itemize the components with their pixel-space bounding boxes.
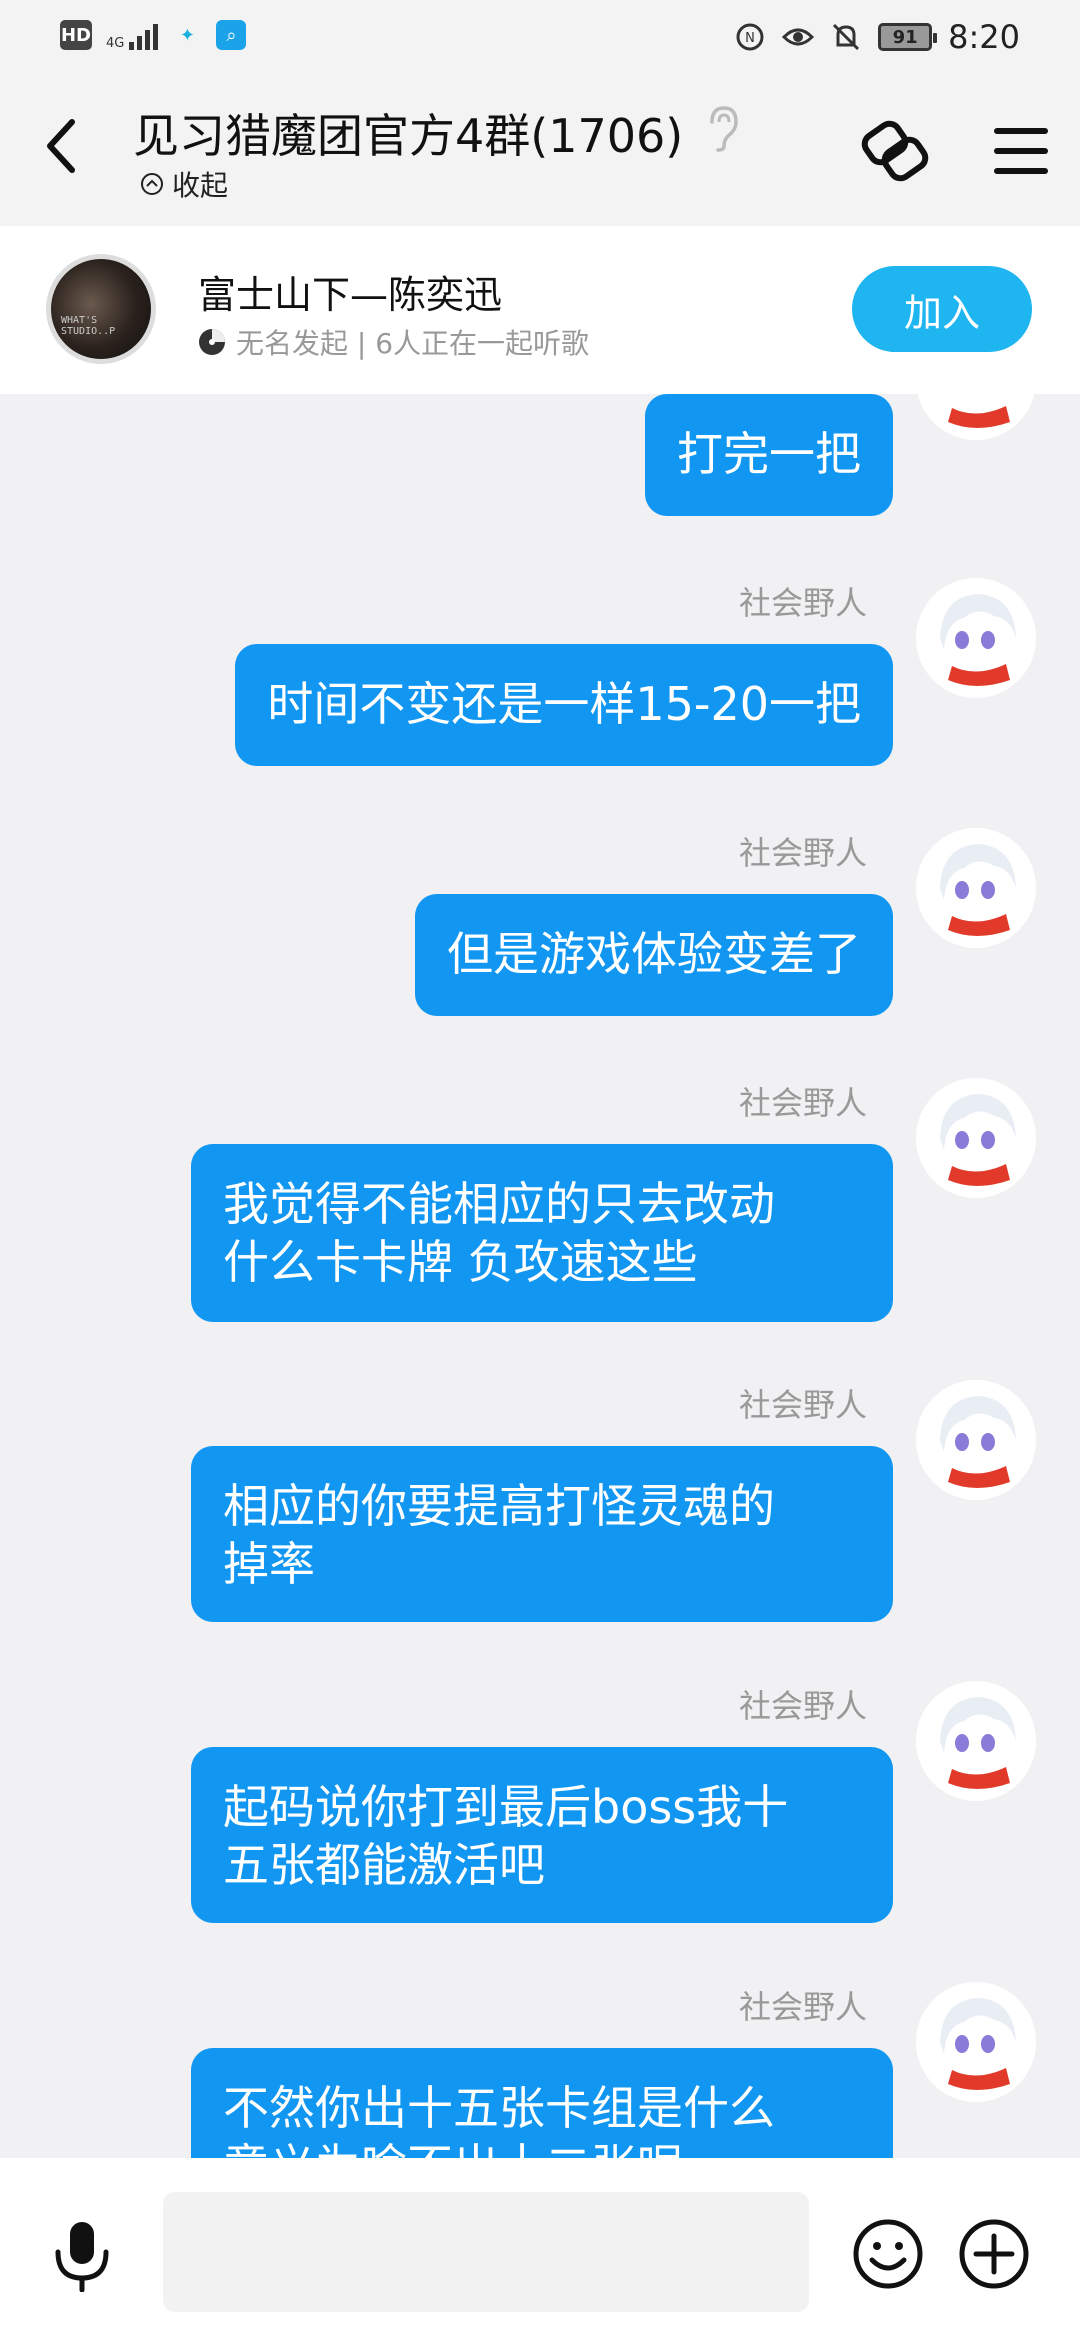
ear-icon[interactable] xyxy=(702,104,742,152)
message-list[interactable]: 打完一把 社会野人 时间不变还是一样15-20一把 社会野人 但是游戏体验变差了… xyxy=(0,394,1080,2158)
message-bubble[interactable]: 打完一把 xyxy=(645,394,893,516)
sender-name: 社会野人 xyxy=(738,1988,867,2026)
sender-avatar[interactable] xyxy=(916,1982,1036,2102)
join-button[interactable]: 加入 xyxy=(852,266,1032,352)
sender-avatar[interactable] xyxy=(916,394,1036,440)
hd-badge: HD xyxy=(60,20,92,50)
collapse-toggle[interactable]: 收起 xyxy=(140,164,228,204)
album-cover-text: WHAT'S STUDIO..P xyxy=(61,315,116,337)
collapse-icon xyxy=(141,173,163,195)
sender-name: 社会野人 xyxy=(738,1386,867,1424)
search-app-icon: ⌕ xyxy=(216,20,247,50)
signal-icon: 4G xyxy=(106,20,159,50)
music-disc-icon xyxy=(199,329,225,355)
message-bubble[interactable]: 时间不变还是一样15-20一把 xyxy=(235,644,893,766)
mic-icon[interactable] xyxy=(50,2220,114,2292)
input-bar xyxy=(0,2158,1080,2340)
album-cover[interactable]: WHAT'S STUDIO..P xyxy=(46,254,156,364)
sender-avatar[interactable] xyxy=(916,1681,1036,1801)
plus-icon[interactable] xyxy=(958,2218,1030,2290)
mute-bell-icon xyxy=(833,23,860,51)
battery-icon: 91 xyxy=(878,23,938,51)
sender-avatar[interactable] xyxy=(916,828,1036,948)
message-input[interactable] xyxy=(163,2192,809,2312)
song-title: 富士山下—陈奕迅 xyxy=(198,273,503,317)
group-title[interactable]: 见习猎魔团官方4群(1706) xyxy=(133,100,683,166)
message-bubble[interactable]: 不然你出十五张卡组是什么 意义为啥不出十二张呢 xyxy=(191,2048,893,2158)
listen-subtitle-text: 无名发起 | 6人正在一起听歌 xyxy=(236,327,590,360)
app-notification-icon: ✦ xyxy=(179,24,195,46)
eye-icon xyxy=(782,28,815,46)
sender-avatar[interactable] xyxy=(916,1078,1036,1198)
nfc-icon: N xyxy=(736,23,764,51)
sender-name: 社会野人 xyxy=(738,834,867,872)
message-bubble[interactable]: 相应的你要提高打怪灵魂的 掉率 xyxy=(191,1446,893,1622)
sender-name: 社会野人 xyxy=(738,584,867,622)
emoji-icon[interactable] xyxy=(852,2218,924,2290)
clock: 8:20 xyxy=(948,18,1020,56)
menu-icon[interactable] xyxy=(992,126,1050,176)
back-arrow-icon[interactable] xyxy=(40,116,90,176)
svg-text:N: N xyxy=(745,31,755,46)
message-bubble[interactable]: 起码说你打到最后boss我十 五张都能激活吧 xyxy=(191,1747,893,1923)
listen-subtitle: 无名发起 | 6人正在一起听歌 xyxy=(196,322,589,362)
link-icon[interactable] xyxy=(858,116,932,186)
message-bubble[interactable]: 但是游戏体验变差了 xyxy=(415,894,893,1016)
listen-together-bar[interactable]: WHAT'S STUDIO..P 富士山下—陈奕迅 无名发起 | 6人正在一起听… xyxy=(0,226,1080,394)
chat-header: 见习猎魔团官方4群(1706) 收起 xyxy=(0,76,1080,226)
sender-avatar[interactable] xyxy=(916,1380,1036,1500)
sender-avatar[interactable] xyxy=(916,578,1036,698)
status-bar: HD 4G ✦ ⌕ N 91 8:20 xyxy=(0,0,1080,76)
message-bubble[interactable]: 我觉得不能相应的只去改动 什么卡卡牌 负攻速这些 xyxy=(191,1144,893,1322)
sender-name: 社会野人 xyxy=(738,1687,867,1725)
sender-name: 社会野人 xyxy=(738,1084,867,1122)
collapse-label: 收起 xyxy=(172,169,229,202)
